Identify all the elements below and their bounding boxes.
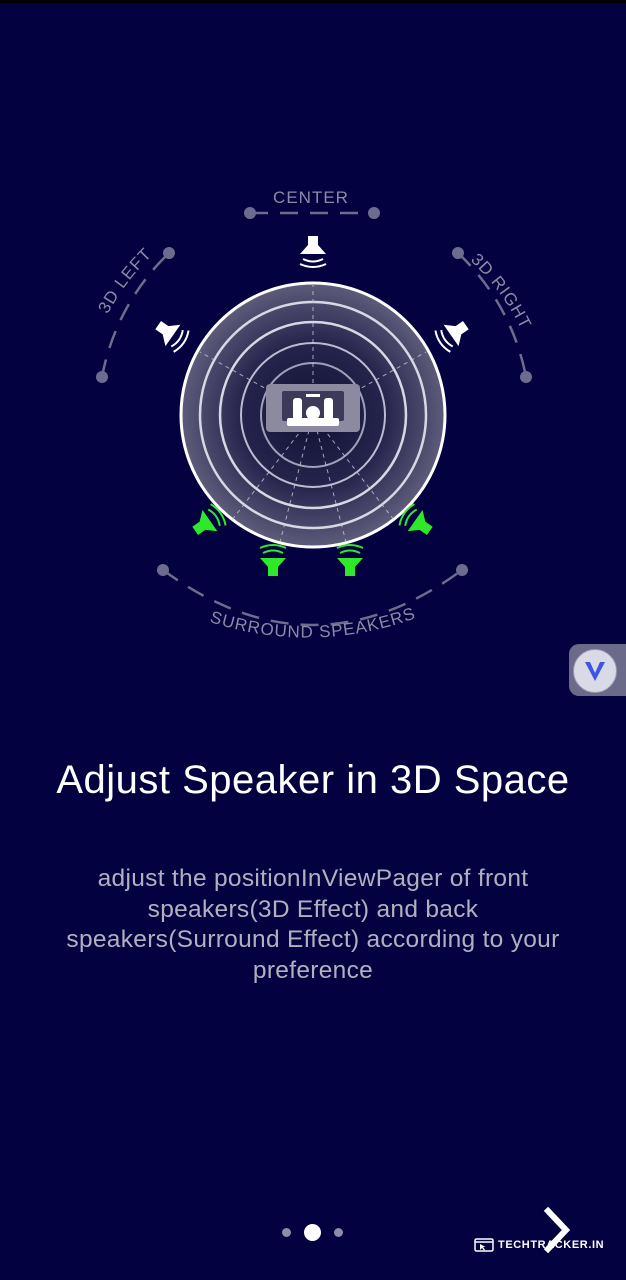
v-logo-icon[interactable] [573, 649, 617, 693]
right-speaker-icon[interactable] [433, 314, 473, 353]
listening-area [179, 281, 447, 549]
page-dot-1[interactable] [282, 1228, 291, 1237]
watermark: TECHTRACKER.IN [474, 1236, 604, 1254]
right-top-handle[interactable] [452, 247, 464, 259]
left-top-handle[interactable] [163, 247, 175, 259]
center-label: CENTER [273, 188, 349, 207]
page-indicator [280, 1222, 350, 1242]
surround-track [162, 568, 463, 627]
surround-right-handle[interactable] [456, 564, 468, 576]
page-dot-3[interactable] [334, 1228, 343, 1237]
page-description: adjust the positionInViewPager of front … [66, 865, 560, 984]
surround-left-handle[interactable] [157, 564, 169, 576]
center-speaker-icon[interactable] [299, 236, 327, 268]
watermark-text: TECHTRACKER.IN [498, 1239, 605, 1251]
center-left-handle[interactable] [244, 207, 256, 219]
surround-speaker-3-icon[interactable] [336, 544, 364, 576]
right-bottom-handle[interactable] [520, 371, 532, 383]
onboarding-screen: CENTER 3D LEFT 3D RIGHT SURROUND SPEAKER… [0, 0, 626, 1280]
center-right-handle[interactable] [368, 207, 380, 219]
surround-label: SURROUND SPEAKERS [208, 604, 418, 642]
left-label: 3D LEFT [94, 244, 155, 316]
page-dot-2-active[interactable] [304, 1224, 321, 1241]
left-speaker-icon[interactable] [151, 314, 191, 353]
status-bar-edge [0, 0, 626, 3]
browser-cursor-icon [474, 1238, 494, 1252]
page-title: Adjust Speaker in 3D Space [56, 758, 570, 802]
left-bottom-handle[interactable] [96, 371, 108, 383]
listener-sofa-icon [266, 384, 360, 432]
floating-app-badge[interactable] [569, 644, 626, 696]
surround-speaker-2-icon[interactable] [259, 544, 287, 576]
right-label: 3D RIGHT [467, 250, 535, 333]
speaker-diagram: CENTER 3D LEFT 3D RIGHT SURROUND SPEAKER… [94, 188, 535, 642]
